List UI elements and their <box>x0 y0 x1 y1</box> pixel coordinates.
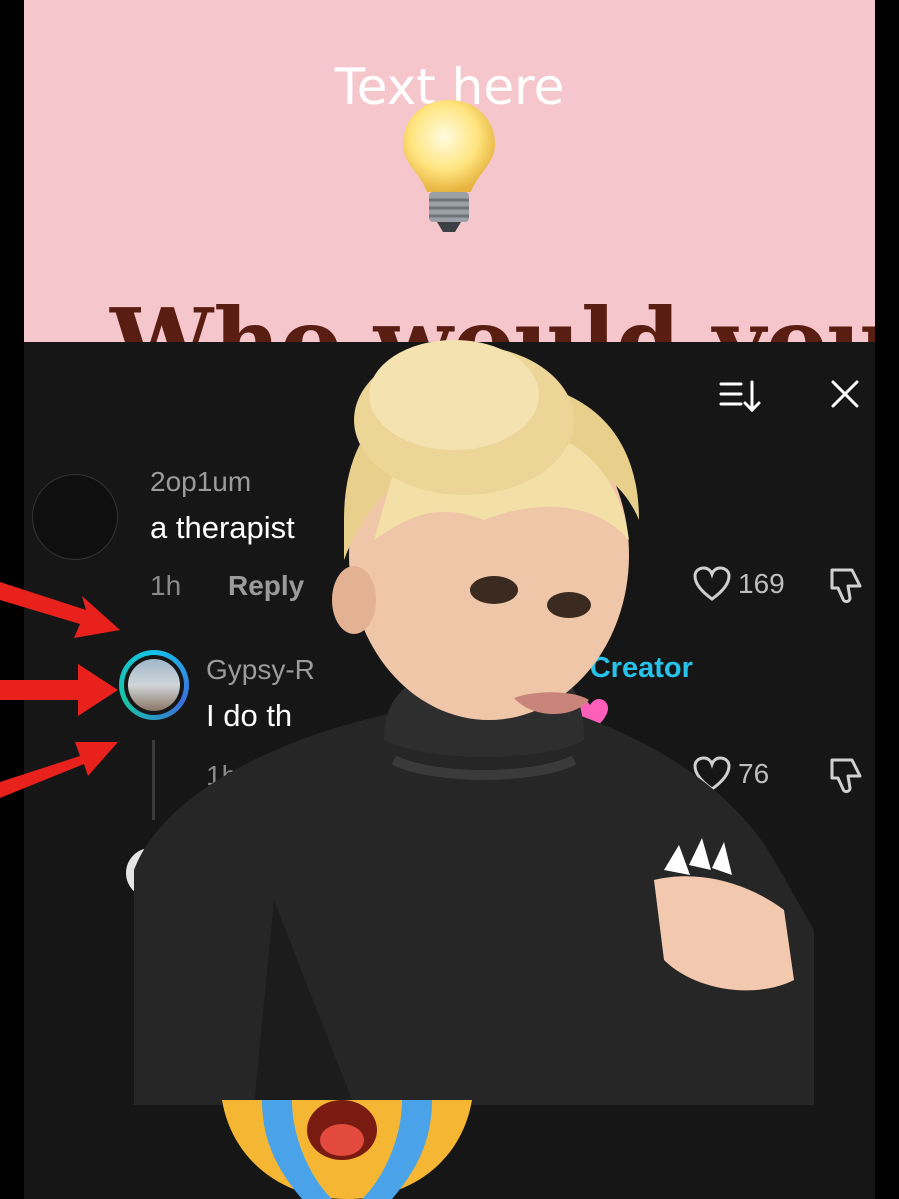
dislike-icon[interactable] <box>826 566 866 606</box>
arrow-icon <box>0 582 120 638</box>
avatar[interactable] <box>32 474 118 560</box>
crying-emoji-icon <box>222 1100 472 1199</box>
creator-person-cutout <box>134 340 814 1105</box>
close-icon[interactable] <box>829 378 861 410</box>
arrow-icon <box>0 742 118 798</box>
arrow-icon <box>0 664 118 716</box>
video-frame: Text here Who would you ents <box>24 0 875 1199</box>
red-arrows <box>0 582 120 798</box>
dislike-icon[interactable] <box>826 756 866 796</box>
